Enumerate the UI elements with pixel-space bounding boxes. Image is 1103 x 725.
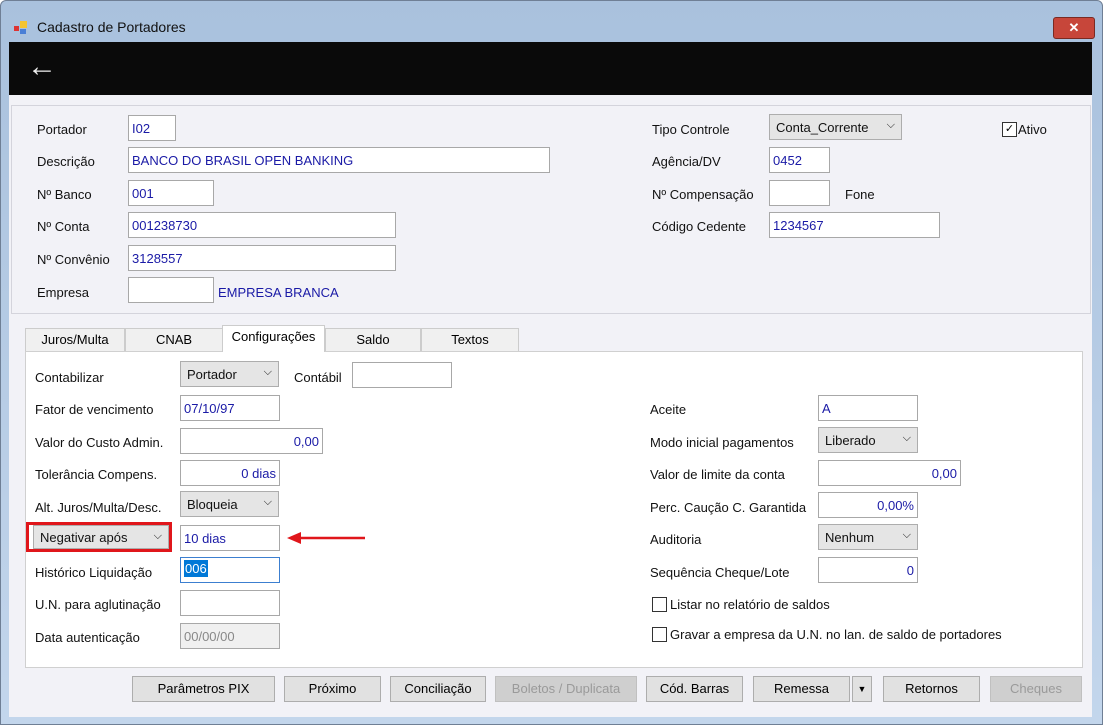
toolbar: ←: [9, 42, 1092, 95]
window: Cadastro de Portadores ✕ ← Portador I02 …: [0, 0, 1103, 725]
chevron-down-icon: ⌵: [263, 366, 272, 378]
data-aut-input: 00/00/00: [180, 623, 280, 649]
empresa-nome: EMPRESA BRANCA: [218, 285, 339, 300]
empresa-label: Empresa: [37, 285, 90, 300]
contabilizar-label: Contabilizar: [35, 370, 104, 385]
custo-label: Valor do Custo Admin.: [35, 435, 164, 450]
parametros-pix-button[interactable]: Parâmetros PIX: [132, 676, 275, 702]
tipo-controle-label: Tipo Controle: [652, 122, 730, 137]
sequencia-input[interactable]: 0: [818, 557, 918, 583]
cheques-button: Cheques: [990, 676, 1082, 702]
aceite-label: Aceite: [650, 402, 687, 417]
fator-input[interactable]: 07/10/97: [180, 395, 280, 421]
descricao-input[interactable]: BANCO DO BRASIL OPEN BANKING: [128, 147, 550, 173]
auditoria-value: Nenhum: [825, 530, 875, 545]
limite-label: Valor de limite da conta: [650, 467, 785, 482]
contabilizar-select[interactable]: Portador ⌵: [180, 361, 279, 387]
fator-label: Fator de vencimento: [35, 402, 154, 417]
contabil-input[interactable]: [352, 362, 452, 388]
agencia-label: Agência/DV: [652, 154, 721, 169]
tab-saldo[interactable]: Saldo: [325, 328, 421, 351]
window-title: Cadastro de Portadores: [37, 19, 186, 35]
chevron-down-icon: ⌵: [153, 530, 162, 542]
auditoria-select[interactable]: Nenhum ⌵: [818, 524, 918, 550]
modo-value: Liberado: [825, 433, 876, 448]
conta-label: Nº Conta: [37, 219, 90, 234]
contabil-label: Contábil: [294, 370, 342, 385]
historico-label: Histórico Liquidação: [35, 565, 153, 580]
ativo-checkbox[interactable]: ✓: [1002, 122, 1017, 137]
gravar-label: Gravar a empresa da U.N. no lan. de sald…: [670, 627, 1002, 642]
remessa-button[interactable]: Remessa: [753, 676, 850, 702]
conciliacao-button[interactable]: Conciliação: [390, 676, 486, 702]
alt-juros-select[interactable]: Bloqueia ⌵: [180, 491, 279, 517]
modo-label: Modo inicial pagamentos: [650, 435, 794, 450]
custo-input[interactable]: 0,00: [180, 428, 323, 454]
convenio-input[interactable]: 3128557: [128, 245, 396, 271]
tab-textos[interactable]: Textos: [421, 328, 519, 351]
data-aut-label: Data autenticação: [35, 630, 140, 645]
listar-checkbox[interactable]: [652, 597, 667, 612]
app-icon: [14, 21, 27, 34]
chevron-down-icon: ⌵: [263, 496, 272, 508]
close-button[interactable]: ✕: [1053, 17, 1095, 39]
aceite-input[interactable]: A: [818, 395, 918, 421]
un-input[interactable]: [180, 590, 280, 616]
compensacao-label: Nº Compensação: [652, 187, 754, 202]
banco-label: Nº Banco: [37, 187, 92, 202]
form-body: Portador I02 Descrição BANCO DO BRASIL O…: [9, 95, 1092, 717]
chevron-down-icon: ⌵: [902, 432, 911, 444]
tolerancia-input[interactable]: 0 dias: [180, 460, 280, 486]
cedente-label: Código Cedente: [652, 219, 746, 234]
modo-select[interactable]: Liberado ⌵: [818, 427, 918, 453]
empresa-input[interactable]: [128, 277, 214, 303]
tolerancia-label: Tolerância Compens.: [35, 467, 158, 482]
agencia-input[interactable]: 0452: [769, 147, 830, 173]
portador-label: Portador: [37, 122, 87, 137]
ativo-label: Ativo: [1018, 122, 1047, 137]
portador-input[interactable]: I02: [128, 115, 176, 141]
tab-juros-multa[interactable]: Juros/Multa: [25, 328, 125, 351]
sequencia-label: Sequência Cheque/Lote: [650, 565, 790, 580]
cedente-input[interactable]: 1234567: [769, 212, 940, 238]
red-arrow-annotation: [287, 532, 365, 544]
back-arrow-icon[interactable]: ←: [27, 50, 57, 84]
historico-value: 006: [184, 560, 208, 577]
remessa-dropdown-icon[interactable]: ▼: [852, 676, 872, 702]
tipo-controle-value: Conta_Corrente: [776, 120, 869, 135]
un-label: U.N. para aglutinação: [35, 597, 161, 612]
alt-juros-value: Bloqueia: [187, 497, 238, 512]
tab-configuracoes[interactable]: Configurações: [222, 325, 325, 352]
contabilizar-value: Portador: [187, 367, 237, 382]
gravar-checkbox[interactable]: [652, 627, 667, 642]
fone-label: Fone: [845, 187, 875, 202]
tab-cnab[interactable]: CNAB: [125, 328, 223, 351]
caucao-label: Perc. Caução C. Garantida: [650, 500, 807, 515]
compensacao-input[interactable]: [769, 180, 830, 206]
caucao-input[interactable]: 0,00%: [818, 492, 918, 518]
convenio-label: Nº Convênio: [37, 252, 110, 267]
limite-input[interactable]: 0,00: [818, 460, 961, 486]
chevron-down-icon: ⌵: [902, 529, 911, 541]
boletos-duplicata-button: Boletos / Duplicata: [495, 676, 637, 702]
tipo-controle-select[interactable]: Conta_Corrente ⌵: [769, 114, 902, 140]
cod-barras-button[interactable]: Cód. Barras: [646, 676, 743, 702]
listar-label: Listar no relatório de saldos: [670, 597, 830, 612]
conta-input[interactable]: 001238730: [128, 212, 396, 238]
auditoria-label: Auditoria: [650, 532, 702, 547]
chevron-down-icon: ⌵: [886, 119, 895, 131]
banco-input[interactable]: 001: [128, 180, 214, 206]
negativar-select[interactable]: Negativar após ⌵: [33, 525, 169, 549]
descricao-label: Descrição: [37, 154, 95, 169]
proximo-button[interactable]: Próximo: [284, 676, 381, 702]
historico-input[interactable]: 006: [180, 557, 280, 583]
negativar-value: Negativar após: [40, 530, 128, 545]
retornos-button[interactable]: Retornos: [883, 676, 980, 702]
alt-juros-label: Alt. Juros/Multa/Desc.: [35, 500, 162, 515]
negativar-input[interactable]: 10 dias: [180, 525, 280, 551]
